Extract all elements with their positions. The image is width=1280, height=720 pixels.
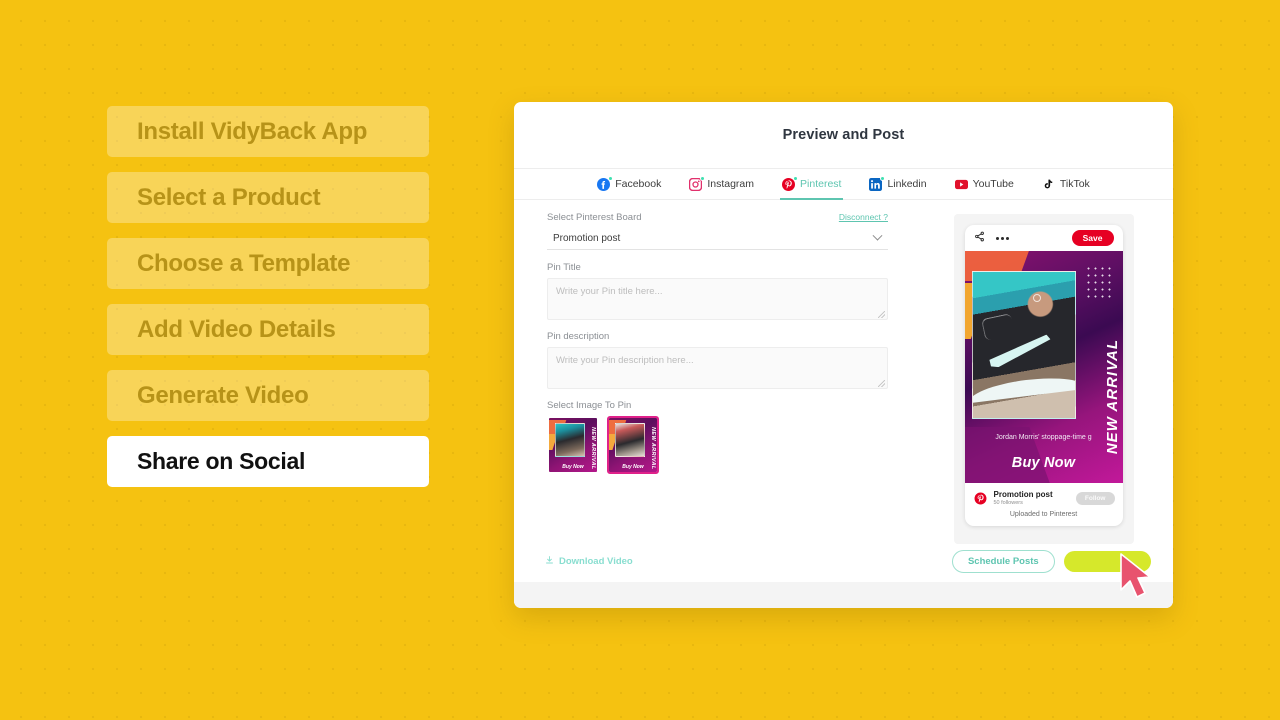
thumbnail-option-2[interactable]: NEW ARRIVAL Buy Now	[607, 416, 659, 474]
tab-pinterest[interactable]: Pinterest	[780, 169, 844, 200]
post-now-button[interactable]: Post Now	[1063, 550, 1151, 572]
decor-dot-grid	[1084, 265, 1115, 299]
sidebar-item-generate-video[interactable]: Generate Video	[107, 370, 429, 421]
resize-grip-icon[interactable]	[878, 311, 885, 318]
pinterest-post-form: Select Pinterest Board Disconnect ? Prom…	[514, 212, 914, 540]
video-poster-preview: NEW ARRIVAL Jordan Morris' stoppage-time…	[964, 251, 1123, 483]
thumbnail-option-1[interactable]: NEW ARRIVAL Buy Now	[547, 416, 599, 474]
thumbnail-poster: NEW ARRIVAL Buy Now	[609, 418, 657, 472]
tab-label: Facebook	[615, 178, 662, 190]
pinterest-pin-preview: Save NEW ARRIVAL Jordan Morris' stoppage…	[964, 225, 1123, 526]
pin-title-label: Pin Title	[547, 262, 581, 273]
pin-title-input[interactable]: Write your Pin title here...	[547, 278, 888, 320]
download-video-label: Download Video	[559, 555, 633, 567]
tab-label: Instagram	[707, 178, 755, 190]
save-button[interactable]: Save	[1071, 230, 1114, 246]
tab-instagram[interactable]: Instagram	[687, 169, 756, 199]
thumbnail-photo	[554, 422, 585, 458]
page-title: Preview and Post	[782, 127, 905, 143]
tab-youtube[interactable]: YouTube	[953, 169, 1016, 199]
account-name: Promotion post	[993, 490, 1053, 499]
thumbnail-vertical-label: NEW ARRIVAL	[650, 426, 656, 470]
more-options-icon[interactable]	[995, 236, 1009, 240]
sidebar-item-add-video-details[interactable]: Add Video Details	[107, 304, 429, 355]
connected-badge	[608, 175, 614, 181]
pinterest-board-select[interactable]: Promotion post	[547, 228, 888, 250]
pin-description-label: Pin description	[547, 331, 610, 342]
instagram-icon	[689, 175, 706, 191]
selected-board-value: Promotion post	[553, 233, 621, 244]
step-label: Select a Product	[137, 183, 321, 211]
sidebar-item-select-a-product[interactable]: Select a Product	[107, 172, 429, 223]
page-background: Install VidyBack App Select a Product Ch…	[0, 0, 1280, 720]
decor-shape	[988, 334, 1051, 367]
select-board-label: Select Pinterest Board	[547, 212, 642, 223]
followers-count: 50 followers	[993, 500, 1023, 506]
step-label: Share on Social	[137, 448, 306, 474]
sidebar-item-choose-a-template[interactable]: Choose a Template	[107, 238, 429, 289]
step-label: Install VidyBack App	[137, 117, 368, 145]
step-label: Choose a Template	[137, 249, 351, 277]
pin-toolbar: Save	[965, 225, 1123, 251]
tab-linkedin[interactable]: Linkedin	[867, 169, 928, 199]
tiktok-icon	[1042, 178, 1055, 191]
connected-badge	[700, 175, 706, 181]
tab-label: YouTube	[972, 178, 1014, 190]
step-label: Generate Video	[137, 381, 309, 409]
board-label-row: Select Pinterest Board Disconnect ?	[547, 212, 888, 228]
decor-shape	[972, 372, 1075, 404]
pin-title-placeholder: Write your Pin title here...	[556, 286, 663, 297]
poster-cta: Buy Now	[1011, 455, 1076, 471]
share-icon[interactable]	[974, 229, 985, 247]
resize-grip-icon[interactable]	[878, 380, 885, 387]
pin-description-placeholder: Write your Pin description here...	[556, 355, 694, 366]
card-header: Preview and Post	[514, 102, 1173, 168]
youtube-icon	[954, 178, 968, 191]
decor-shape	[1032, 294, 1041, 302]
workflow-step-list: Install VidyBack App Select a Product Ch…	[107, 106, 429, 502]
facebook-icon	[597, 175, 614, 191]
decor-shape	[980, 313, 1015, 341]
card-bottom-strip	[514, 582, 1173, 608]
preview-column: Save NEW ARRIVAL Jordan Morris' stoppage…	[914, 212, 1173, 544]
pinterest-icon	[782, 175, 799, 191]
follow-button[interactable]: Follow	[1075, 491, 1115, 505]
chevron-down-icon	[872, 230, 883, 241]
preview-and-post-card: Preview and Post Facebook Instagram Pint…	[514, 102, 1173, 608]
poster-caption: Jordan Morris' stoppage-time g	[995, 434, 1092, 441]
social-network-tabs: Facebook Instagram Pinterest Linkedin Yo…	[514, 168, 1173, 200]
sidebar-item-share-on-social[interactable]: Share on Social	[107, 436, 429, 487]
tab-label: Linkedin	[887, 178, 927, 190]
preview-shell: Save NEW ARRIVAL Jordan Morris' stoppage…	[953, 214, 1134, 544]
thumbnail-vertical-label: NEW ARRIVAL	[590, 426, 596, 470]
schedule-posts-button[interactable]: Schedule Posts	[951, 549, 1055, 573]
linkedin-icon	[869, 175, 886, 191]
sidebar-item-install-vidyback-app[interactable]: Install VidyBack App	[107, 106, 429, 157]
download-icon	[545, 555, 554, 568]
thumbnail-poster: NEW ARRIVAL Buy Now	[549, 418, 597, 472]
select-image-label: Select Image To Pin	[547, 400, 632, 411]
avatar	[972, 490, 988, 506]
upload-status-text: Uploaded to Pinterest	[1009, 511, 1078, 518]
tab-label: TikTok	[1059, 178, 1090, 190]
disconnect-link[interactable]: Disconnect ?	[839, 212, 888, 222]
connected-badge	[880, 175, 886, 181]
pin-account-row: Promotion post 50 followers Follow	[965, 483, 1123, 508]
account-text: Promotion post 50 followers	[994, 490, 1070, 506]
product-photo	[971, 271, 1076, 419]
tab-tiktok[interactable]: TikTok	[1040, 169, 1092, 199]
step-label: Add Video Details	[137, 315, 336, 343]
tab-facebook[interactable]: Facebook	[595, 169, 663, 199]
tab-label: Pinterest	[800, 178, 842, 190]
image-thumbnail-list: NEW ARRIVAL Buy Now NEW ARRIVAL Buy Now	[547, 416, 888, 474]
thumbnail-cta: Buy Now	[622, 463, 644, 470]
thumbnail-cta: Buy Now	[562, 463, 584, 470]
connected-badge	[793, 175, 799, 181]
download-video-link[interactable]: Download Video	[545, 555, 633, 568]
pin-description-input[interactable]: Write your Pin description here...	[547, 347, 888, 389]
thumbnail-photo	[614, 422, 645, 458]
card-body: Select Pinterest Board Disconnect ? Prom…	[514, 200, 1173, 544]
card-footer: Download Video Schedule Posts Post Now	[514, 540, 1173, 582]
